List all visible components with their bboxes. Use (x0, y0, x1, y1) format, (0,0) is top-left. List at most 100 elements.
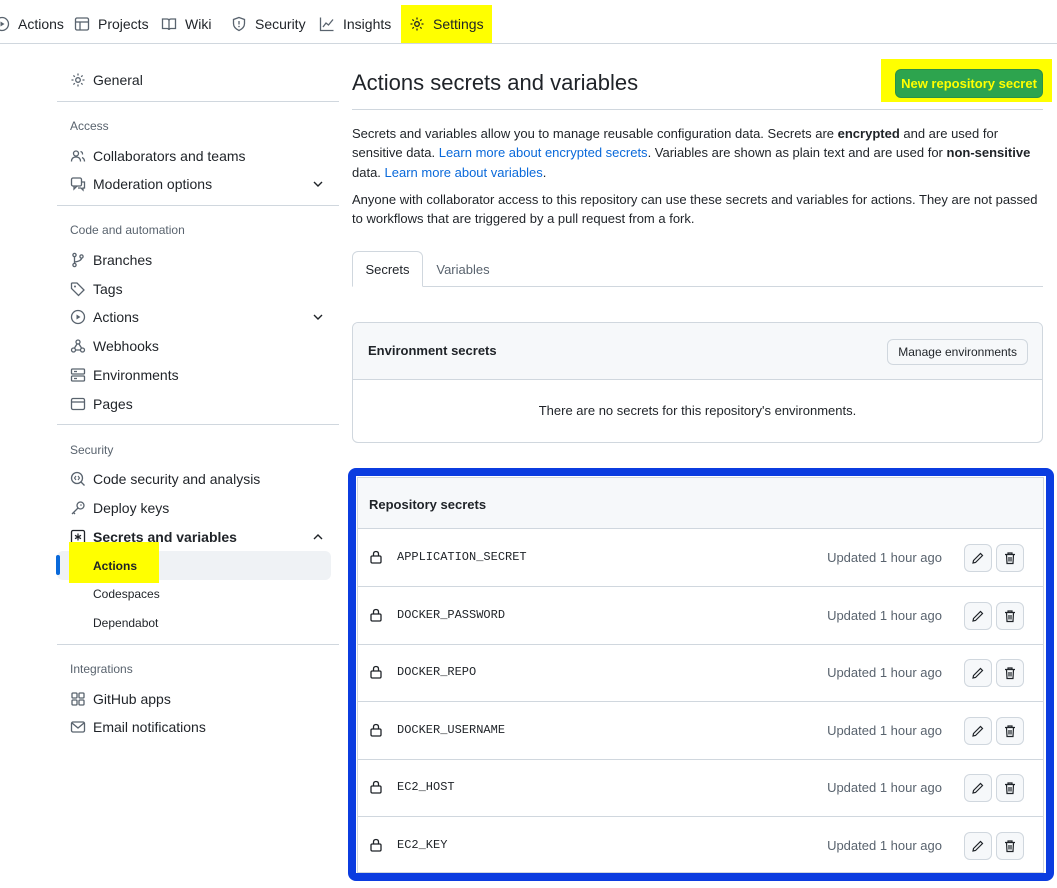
trash-icon (1005, 840, 1015, 853)
sidebar-group-security: Security (70, 443, 114, 457)
intro-text: Secrets and variables allow you to manag… (352, 126, 838, 141)
edit-secret-button[interactable] (964, 659, 992, 688)
sidebar-divider (57, 101, 339, 102)
chevron-up-icon (313, 534, 323, 540)
sidebar-item-email-notifications[interactable]: Email notifications (70, 715, 332, 739)
lock-icon (370, 781, 382, 795)
apps-icon (71, 692, 85, 706)
delete-secret-button[interactable] (996, 544, 1024, 572)
secret-row: DOCKER_USERNAME Updated 1 hour ago (358, 702, 1043, 760)
new-repository-secret-button[interactable]: New repository secret (895, 69, 1043, 98)
sidebar-item-label: Code security and analysis (93, 471, 261, 487)
sidebar-item-github-apps[interactable]: GitHub apps (70, 687, 332, 711)
learn-more-secrets-link[interactable]: Learn more about encrypted secrets (439, 145, 648, 160)
secret-name: EC2_HOST (397, 780, 455, 795)
sidebar-item-label: General (93, 72, 143, 88)
empty-state-text: There are no secrets for this repository… (538, 403, 857, 418)
pencil-icon (972, 610, 984, 622)
key-icon (71, 501, 85, 515)
lock-icon (370, 608, 382, 622)
book-icon (161, 18, 177, 31)
intro-paragraph: Secrets and variables allow you to manag… (352, 124, 1047, 182)
trash-icon (1005, 782, 1015, 795)
tab-variables[interactable]: Variables (424, 251, 502, 287)
delete-secret-button[interactable] (996, 832, 1024, 860)
sidebar-divider (57, 424, 339, 425)
nav-tab-wiki[interactable]: Wiki (161, 5, 211, 43)
lock-icon (370, 838, 382, 852)
collaborator-note: Anyone with collaborator access to this … (352, 192, 1038, 227)
delete-secret-button[interactable] (996, 716, 1024, 745)
browser-icon (70, 397, 86, 411)
edit-secret-button[interactable] (964, 716, 992, 745)
webhook-icon (70, 339, 86, 353)
sidebar-subitem-actions[interactable]: Actions (93, 556, 137, 576)
nav-tab-security[interactable]: Security (231, 5, 306, 43)
edit-secret-button[interactable] (964, 601, 992, 630)
sidebar-item-collaborators[interactable]: Collaborators and teams (70, 144, 332, 168)
sidebar-item-label: Pages (93, 396, 133, 412)
edit-secret-button[interactable] (964, 832, 992, 860)
people-icon (70, 150, 86, 162)
nav-tab-projects[interactable]: Projects (74, 5, 149, 43)
environment-secrets-panel: Environment secrets Manage environments … (352, 322, 1043, 443)
repository-secrets-header: Repository secrets (358, 478, 1043, 529)
trash-icon (1005, 552, 1015, 565)
nav-tab-insights[interactable]: Insights (319, 5, 391, 43)
pencil-icon (972, 552, 984, 564)
trash-icon (1005, 609, 1015, 622)
nav-tab-label: Wiki (185, 16, 212, 32)
trash-icon (1005, 667, 1015, 680)
secret-row: DOCKER_PASSWORD Updated 1 hour ago (358, 587, 1043, 645)
sidebar-item-deploy-keys[interactable]: Deploy keys (70, 496, 332, 520)
shield-icon (232, 16, 246, 32)
nav-tab-label: Security (255, 16, 306, 32)
intro-bold-non-sensitive: non-sensitive (946, 145, 1031, 161)
pencil-icon (972, 783, 984, 795)
sidebar-item-branches[interactable]: Branches (70, 248, 332, 272)
edit-secret-button[interactable] (964, 544, 992, 572)
lock-icon (370, 550, 382, 564)
secret-row: EC2_KEY Updated 1 hour ago (358, 817, 1043, 875)
tab-secrets[interactable]: Secrets (352, 251, 423, 287)
sidebar-item-pages[interactable]: Pages (70, 392, 332, 416)
delete-secret-button[interactable] (996, 601, 1024, 630)
gear-icon (410, 17, 424, 31)
table-icon (74, 17, 90, 31)
sidebar-item-moderation[interactable]: Moderation options (70, 172, 332, 196)
secret-updated: Updated 1 hour ago (827, 607, 942, 623)
sidebar-item-environments[interactable]: Environments (70, 363, 332, 387)
sidebar-item-label: Webhooks (93, 338, 159, 354)
sidebar-subitem-codespaces[interactable]: Codespaces (93, 584, 160, 604)
pencil-icon (972, 725, 984, 737)
nav-tab-settings[interactable]: Settings (401, 5, 492, 43)
tag-icon (70, 282, 85, 297)
delete-secret-button[interactable] (996, 659, 1024, 688)
sidebar-item-tags[interactable]: Tags (70, 277, 332, 301)
gear-icon (71, 73, 85, 87)
nav-tab-label: Projects (98, 16, 149, 32)
sidebar-item-label: Deploy keys (93, 500, 170, 516)
sidebar-item-code-security[interactable]: Code security and analysis (70, 467, 332, 491)
nav-tab-actions[interactable]: Actions (0, 5, 64, 43)
mail-icon (70, 721, 86, 733)
secret-row: APPLICATION_SECRET Updated 1 hour ago (358, 529, 1043, 587)
delete-secret-button[interactable] (996, 774, 1024, 803)
secret-updated: Updated 1 hour ago (827, 780, 942, 796)
sidebar-subitem-dependabot[interactable]: Dependabot (93, 613, 158, 633)
secret-updated: Updated 1 hour ago (827, 550, 942, 565)
sidebar-item-webhooks[interactable]: Webhooks (70, 334, 332, 358)
codescan-icon (70, 471, 85, 486)
sidebar-item-general[interactable]: General (70, 68, 332, 92)
lock-icon (370, 723, 382, 737)
sidebar-item-actions[interactable]: Actions (70, 305, 332, 329)
manage-environments-button[interactable]: Manage environments (887, 339, 1028, 365)
git-branch-icon (72, 252, 84, 268)
nav-tab-label: Insights (343, 16, 392, 32)
sidebar-item-label: Branches (93, 252, 153, 268)
edit-secret-button[interactable] (964, 774, 992, 803)
learn-more-variables-link[interactable]: Learn more about variables (385, 165, 543, 180)
sidebar-item-label: Actions (93, 309, 139, 325)
trash-icon (1005, 725, 1015, 737)
sidebar-item-label: Moderation options (93, 176, 213, 192)
